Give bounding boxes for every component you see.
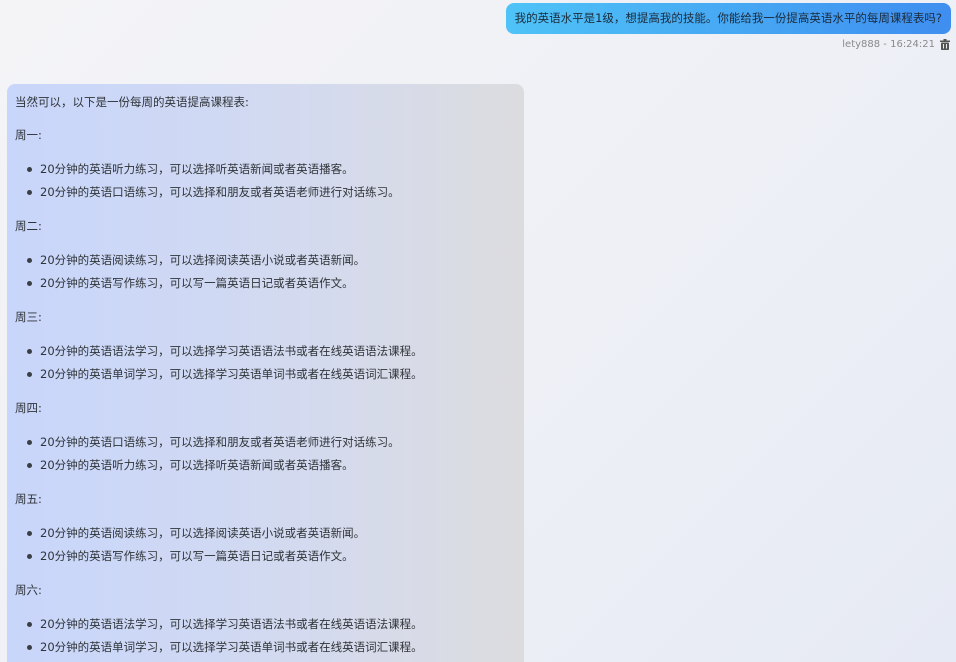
schedule-day-label: 周一:: [15, 128, 42, 142]
schedule-day-list: 20分钟的英语阅读练习，可以选择阅读英语小说或者英语新闻。 20分钟的英语写作练习…: [15, 252, 515, 291]
schedule-day-label: 周五:: [15, 492, 42, 506]
list-item-text: 20分钟的英语语法学习，可以选择学习英语语法书或者在线英语语法课程。: [40, 344, 423, 358]
bullet-icon: [27, 349, 32, 354]
bullet-icon: [27, 281, 32, 286]
bullet-icon: [27, 190, 32, 195]
list-item: 20分钟的英语单词学习，可以选择学习英语单词书或者在线英语词汇课程。: [15, 639, 515, 655]
schedule-day-label: 周六:: [15, 583, 42, 597]
list-item-text: 20分钟的英语听力练习，可以选择听英语新闻或者英语播客。: [40, 162, 354, 176]
bullet-icon: [27, 645, 32, 650]
list-item-text: 20分钟的英语阅读练习，可以选择阅读英语小说或者英语新闻。: [40, 526, 366, 540]
list-item-text: 20分钟的英语口语练习，可以选择和朋友或者英语老师进行对话练习。: [40, 185, 400, 199]
message-author-timestamp: lety888 - 16:24:21: [842, 39, 935, 50]
list-item: 20分钟的英语单词学习，可以选择学习英语单词书或者在线英语词汇课程。: [15, 366, 515, 382]
user-message-row: 我的英语水平是1级，想提高我的技能。你能给我一份提高英语水平的每周课程表吗? l…: [505, 3, 951, 50]
assistant-message-bubble: 当然可以，以下是一份每周的英语提高课程表: 周一: 20分钟的英语听力练习，可以选…: [7, 84, 524, 662]
user-message-meta: lety888 - 16:24:21: [842, 39, 951, 50]
schedule-day-label: 周三:: [15, 310, 42, 324]
schedule-day-label: 周四:: [15, 401, 42, 415]
list-item-text: 20分钟的英语阅读练习，可以选择阅读英语小说或者英语新闻。: [40, 253, 366, 267]
schedule-day-label: 周二:: [15, 219, 42, 233]
list-item: 20分钟的英语听力练习，可以选择听英语新闻或者英语播客。: [15, 161, 515, 177]
trash-icon[interactable]: [940, 39, 950, 50]
list-item-text: 20分钟的英语单词学习，可以选择学习英语单词书或者在线英语词汇课程。: [40, 367, 423, 381]
list-item: 20分钟的英语口语练习，可以选择和朋友或者英语老师进行对话练习。: [15, 184, 515, 200]
schedule-day-list: 20分钟的英语语法学习，可以选择学习英语语法书或者在线英语语法课程。 20分钟的英…: [15, 616, 515, 655]
list-item-text: 20分钟的英语语法学习，可以选择学习英语语法书或者在线英语语法课程。: [40, 617, 423, 631]
list-item-text: 20分钟的英语写作练习，可以写一篇英语日记或者英语作文。: [40, 276, 354, 290]
list-item: 20分钟的英语听力练习，可以选择听英语新闻或者英语播客。: [15, 457, 515, 473]
list-item: 20分钟的英语语法学习，可以选择学习英语语法书或者在线英语语法课程。: [15, 343, 515, 359]
weekly-schedule: 周一: 20分钟的英语听力练习，可以选择听英语新闻或者英语播客。 20分钟的英语口语…: [15, 127, 515, 655]
list-item-text: 20分钟的英语听力练习，可以选择听英语新闻或者英语播客。: [40, 458, 354, 472]
list-item: 20分钟的英语语法学习，可以选择学习英语语法书或者在线英语语法课程。: [15, 616, 515, 632]
list-item: 20分钟的英语口语练习，可以选择和朋友或者英语老师进行对话练习。: [15, 434, 515, 450]
bullet-icon: [27, 440, 32, 445]
bullet-icon: [27, 463, 32, 468]
bullet-icon: [27, 372, 32, 377]
list-item-text: 20分钟的英语单词学习，可以选择学习英语单词书或者在线英语词汇课程。: [40, 640, 423, 654]
bullet-icon: [27, 167, 32, 172]
bullet-icon: [27, 554, 32, 559]
list-item: 20分钟的英语写作练习，可以写一篇英语日记或者英语作文。: [15, 548, 515, 564]
schedule-day-list: 20分钟的英语语法学习，可以选择学习英语语法书或者在线英语语法课程。 20分钟的英…: [15, 343, 515, 382]
assistant-intro-text: 当然可以，以下是一份每周的英语提高课程表:: [15, 95, 249, 109]
list-item: 20分钟的英语阅读练习，可以选择阅读英语小说或者英语新闻。: [15, 525, 515, 541]
bullet-icon: [27, 622, 32, 627]
list-item-text: 20分钟的英语写作练习，可以写一篇英语日记或者英语作文。: [40, 549, 354, 563]
user-message-bubble: 我的英语水平是1级，想提高我的技能。你能给我一份提高英语水平的每周课程表吗?: [505, 3, 951, 34]
bullet-icon: [27, 258, 32, 263]
chat-container: 我的英语水平是1级，想提高我的技能。你能给我一份提高英语水平的每周课程表吗? l…: [0, 0, 956, 662]
schedule-day-list: 20分钟的英语听力练习，可以选择听英语新闻或者英语播客。 20分钟的英语口语练习，…: [15, 161, 515, 200]
bullet-icon: [27, 531, 32, 536]
list-item: 20分钟的英语阅读练习，可以选择阅读英语小说或者英语新闻。: [15, 252, 515, 268]
schedule-day-list: 20分钟的英语口语练习，可以选择和朋友或者英语老师进行对话练习。 20分钟的英语听…: [15, 434, 515, 473]
list-item: 20分钟的英语写作练习，可以写一篇英语日记或者英语作文。: [15, 275, 515, 291]
schedule-day-list: 20分钟的英语阅读练习，可以选择阅读英语小说或者英语新闻。 20分钟的英语写作练习…: [15, 525, 515, 564]
list-item-text: 20分钟的英语口语练习，可以选择和朋友或者英语老师进行对话练习。: [40, 435, 400, 449]
